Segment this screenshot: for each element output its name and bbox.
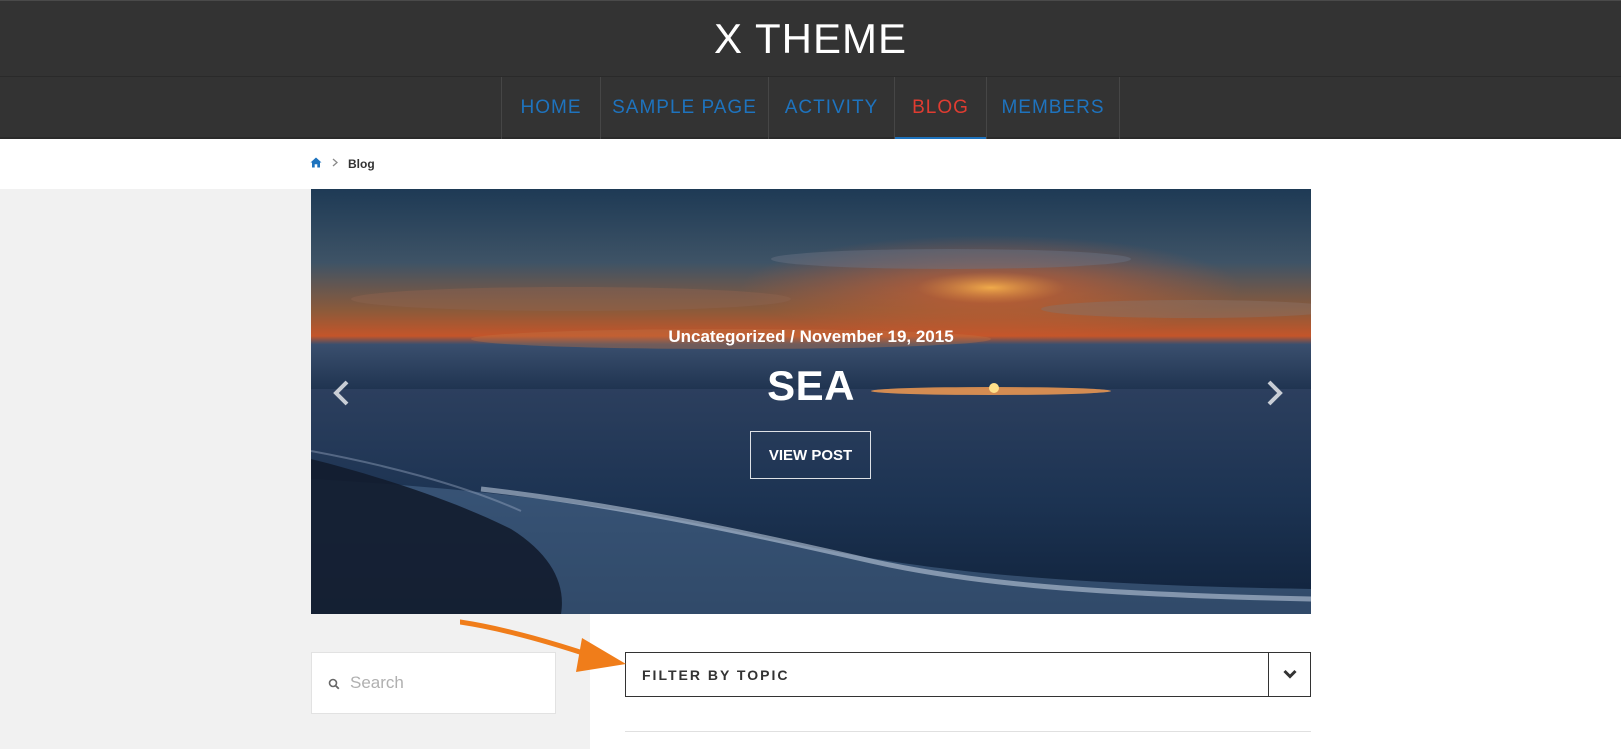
home-icon[interactable] xyxy=(310,157,322,171)
breadcrumb-current: Blog xyxy=(348,157,375,171)
view-post-button[interactable]: VIEW POST xyxy=(750,431,871,479)
nav-item-blog[interactable]: BLOG xyxy=(895,77,987,139)
nav-item-activity[interactable]: ACTIVITY xyxy=(769,77,895,139)
main-navigation: HOME SAMPLE PAGE ACTIVITY BLOG MEMBERS xyxy=(0,77,1621,139)
filter-by-topic-select[interactable]: FILTER BY TOPIC xyxy=(625,652,1311,697)
breadcrumb: Blog xyxy=(310,157,375,171)
slide-caption: Uncategorized / November 19, 2015 SEA VI… xyxy=(311,189,1311,614)
chevron-right-icon xyxy=(332,158,338,170)
site-header: X THEME xyxy=(0,0,1621,77)
content-divider xyxy=(625,731,1311,732)
filter-dropdown-toggle[interactable] xyxy=(1268,653,1310,696)
chevron-left-icon xyxy=(332,379,350,412)
slide-meta[interactable]: Uncategorized / November 19, 2015 xyxy=(311,327,1311,347)
search-icon xyxy=(328,677,340,690)
featured-slider: Uncategorized / November 19, 2015 SEA VI… xyxy=(311,189,1311,614)
nav-item-sample-page[interactable]: SAMPLE PAGE xyxy=(601,77,769,139)
slide-title[interactable]: SEA xyxy=(311,362,1311,410)
chevron-right-icon xyxy=(1266,379,1284,412)
nav-list: HOME SAMPLE PAGE ACTIVITY BLOG MEMBERS xyxy=(501,77,1120,139)
filter-label: FILTER BY TOPIC xyxy=(642,666,790,683)
slider-prev-button[interactable] xyxy=(325,377,357,413)
slider-next-button[interactable] xyxy=(1259,377,1291,413)
site-title[interactable]: X THEME xyxy=(714,15,907,63)
nav-item-home[interactable]: HOME xyxy=(502,77,601,139)
breadcrumb-bar: Blog xyxy=(0,139,1621,189)
nav-item-members[interactable]: MEMBERS xyxy=(987,77,1120,139)
annotation-arrow-icon xyxy=(460,619,626,672)
chevron-down-icon xyxy=(1282,666,1297,684)
